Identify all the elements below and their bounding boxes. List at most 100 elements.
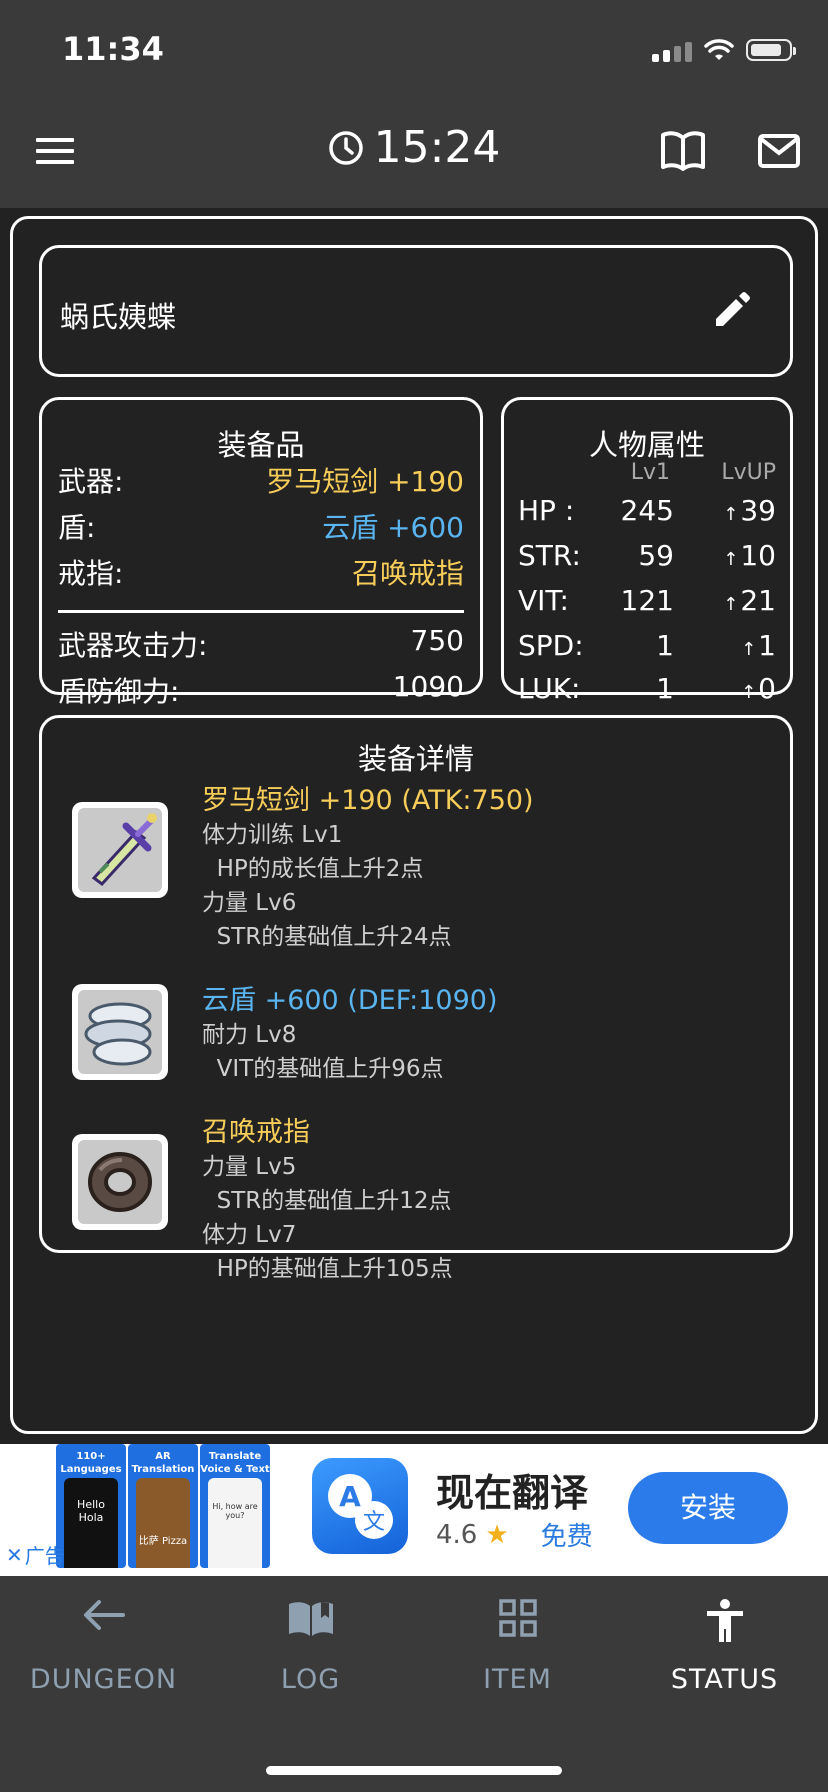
detail-line: STR的基础值上升24点 (202, 924, 452, 950)
weapon-thumbnail (72, 802, 168, 898)
nav-item[interactable]: ITEM (414, 1576, 621, 1716)
arrow-up-icon: ↑ (741, 682, 757, 703)
equipment-details-card: 装备详情 罗马短剑 +190 (ATK:750) 体力训练 Lv1 HP的成长值… (39, 715, 793, 1282)
ad-shot-phone-text: 比萨 Pizza (138, 1536, 188, 1547)
attr-up: 21 (740, 584, 776, 617)
home-indicator[interactable] (266, 1766, 562, 1775)
weapon-label: 武器: (58, 465, 124, 498)
ad-price: 免费 (540, 1522, 593, 1552)
nav-label: LOG (280, 1664, 341, 1695)
ring-value: 召唤戒指 (351, 557, 464, 590)
detail-item-name: 云盾 +600 (DEF:1090) (202, 985, 498, 1016)
attr-row-vit: VIT: 121 ↑21 (518, 584, 776, 624)
ring-icon (88, 1152, 152, 1212)
close-icon[interactable]: ✕ (6, 1543, 23, 1567)
weapon-value: 罗马短剑 +190 (266, 465, 464, 498)
equipment-divider (58, 610, 464, 613)
character-name: 蜗氏姨蝶 (60, 300, 177, 334)
ring-row[interactable]: 戒指: 召唤戒指 (58, 552, 464, 592)
ad-screenshot: 110+ Languages Hello Hola (56, 1444, 126, 1568)
shield-defense-row: 盾防御力: 1090 (58, 670, 464, 710)
detail-line: 耐力 Lv8 (202, 1022, 297, 1048)
weapon-attack-row: 武器攻击力: 750 (58, 624, 464, 664)
ad-shot-phone: Hello Hola (64, 1478, 118, 1568)
wifi-icon (704, 39, 734, 60)
translate-app-icon: A 文 (312, 1458, 408, 1554)
clock-icon (328, 130, 363, 165)
top-bar: 11:34 15:24 (0, 0, 828, 208)
nav-label: STATUS (670, 1664, 779, 1695)
ad-shot-caption: 110+ Languages (60, 1451, 122, 1475)
status-time: 11:34 (62, 30, 164, 68)
battery-icon (746, 39, 796, 61)
attr-row-luk: LUK: 1 ↑0 (518, 672, 776, 712)
svg-text:A: A (339, 1480, 361, 1513)
detail-line: STR的基础值上升12点 (202, 1188, 452, 1214)
ad-shot-caption: Translate Voice & Text (200, 1451, 270, 1475)
ad-shot-phone-text: Hi, how are you? (212, 1502, 258, 1520)
attr-value: 59 (638, 539, 674, 572)
ad-rating: 4.6 ★ 免费 (436, 1516, 593, 1553)
detail-item-name: 罗马短剑 +190 (ATK:750) (202, 785, 534, 816)
attr-label: STR: (518, 539, 581, 572)
attributes-title: 人物属性 (588, 428, 705, 462)
ring-label: 戒指: (58, 557, 124, 590)
attr-value: 1 (656, 672, 674, 705)
status-panel: 蜗氏姨蝶 装备品 武器: 罗马短剑 +190 盾: 云盾 +600 戒指: 召唤… (10, 216, 818, 1434)
install-button[interactable]: 安装 (628, 1472, 788, 1544)
book-icon[interactable] (660, 130, 706, 172)
ad-shot-phone: 比萨 Pizza (136, 1478, 190, 1568)
status-bar: 11:34 (0, 0, 828, 100)
bottom-navigation: DUNGEON LOG ITEM STATUS (0, 1576, 828, 1792)
timer-value: 15:24 (373, 122, 501, 173)
translate-icon: A 文 (328, 1474, 393, 1539)
character-name-card: 蜗氏姨蝶 (39, 245, 793, 377)
shield-defense-label: 盾防御力: (58, 675, 180, 708)
attr-up: 39 (740, 494, 776, 527)
grid-icon (498, 1599, 537, 1637)
column-lvup: LvUP (721, 460, 776, 485)
ad-screenshot: AR Translation 比萨 Pizza (128, 1444, 198, 1568)
detail-line: HP的基础值上升105点 (202, 1256, 453, 1282)
weapon-attack-label: 武器攻击力: (58, 629, 208, 662)
arrow-up-icon: ↑ (741, 639, 757, 660)
weapon-row[interactable]: 武器: 罗马短剑 +190 (58, 460, 464, 500)
equipment-title: 装备品 (217, 428, 305, 462)
column-lv1: Lv1 (630, 460, 670, 485)
attr-up: 10 (740, 539, 776, 572)
ad-label: 广告 (24, 1544, 65, 1568)
shield-row[interactable]: 盾: 云盾 +600 (58, 506, 464, 546)
cellular-signal-icon (652, 38, 692, 62)
ad-close[interactable]: ✕ 广告 (6, 1540, 65, 1569)
nav-dungeon[interactable]: DUNGEON (0, 1576, 207, 1716)
mail-icon[interactable] (758, 134, 800, 168)
ad-shot-phone-text: Hello Hola (77, 1498, 105, 1524)
app-header: 15:24 (0, 100, 828, 208)
attr-label: HP : (518, 494, 575, 527)
ad-shot-phone: Hi, how are you? (208, 1478, 262, 1568)
attributes-card: 人物属性 Lv1 LvUP HP : 245 ↑39 STR: 59 ↑10 V… (501, 397, 793, 705)
edit-name-icon[interactable] (712, 290, 752, 330)
detail-line: 力量 Lv6 (202, 890, 297, 916)
star-icon: ★ (485, 1519, 509, 1550)
detail-line: 体力训练 Lv1 (202, 822, 343, 848)
arrow-up-icon: ↑ (723, 549, 739, 570)
detail-item-name: 召唤戒指 (202, 1117, 310, 1148)
attr-up: 1 (758, 629, 776, 662)
ad-banner[interactable]: 110+ Languages Hello Hola AR Translation… (0, 1444, 828, 1576)
equipment-card: 装备品 武器: 罗马短剑 +190 盾: 云盾 +600 戒指: 召唤戒指 武器… (39, 397, 483, 708)
ad-screenshot: Translate Voice & Text Hi, how are you? (200, 1444, 270, 1568)
nav-label: ITEM (483, 1664, 552, 1695)
nav-status[interactable]: STATUS (621, 1576, 828, 1716)
nav-log[interactable]: LOG (207, 1576, 414, 1716)
attr-label: LUK: (518, 672, 581, 705)
shield-value: 云盾 +600 (322, 511, 464, 544)
ring-thumbnail (72, 1134, 168, 1230)
attr-value: 245 (620, 494, 674, 527)
arrow-up-icon: ↑ (723, 504, 739, 525)
attr-value: 121 (620, 584, 674, 617)
ad-rating-value: 4.6 (436, 1519, 478, 1550)
ad-shot-caption: AR Translation (131, 1451, 195, 1475)
status-icons (652, 34, 796, 66)
arrow-left-icon (83, 1600, 125, 1630)
